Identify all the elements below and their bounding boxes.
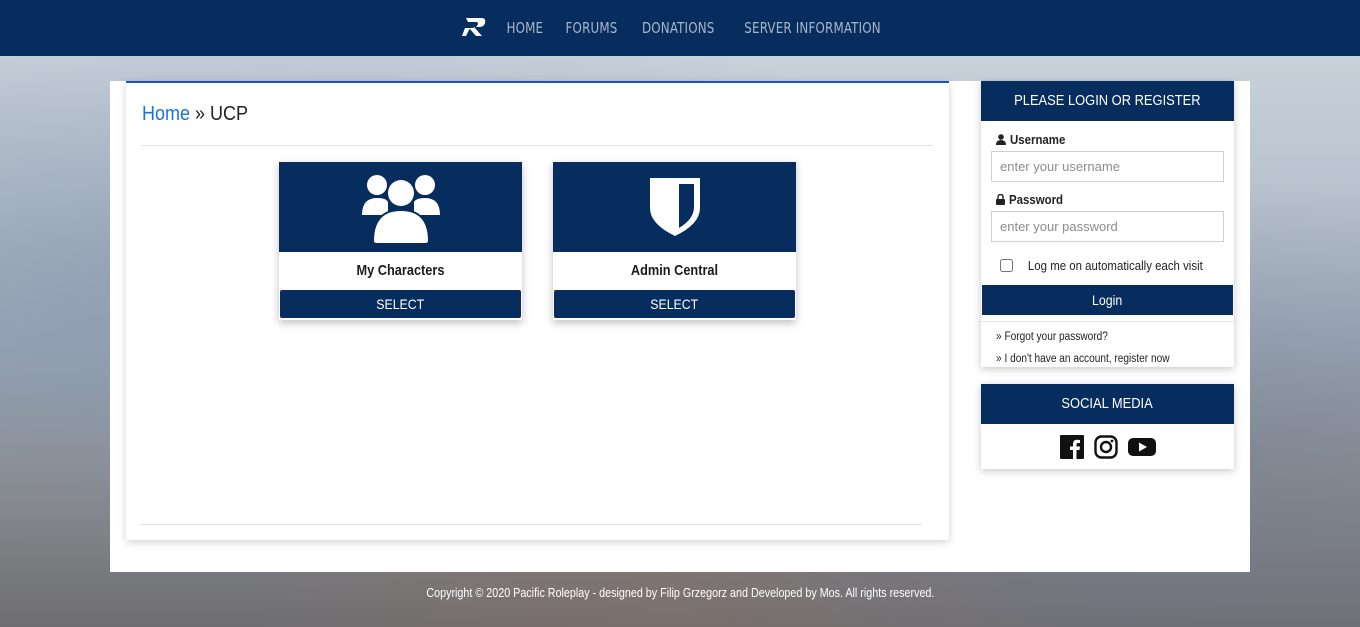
card-title: My Characters <box>356 262 445 279</box>
divider-bottom <box>141 524 922 525</box>
footer-copyright: Copyright © 2020 Pacific Roleplay - desi… <box>425 586 935 600</box>
my-characters-select-button[interactable]: SELECT <box>280 290 521 318</box>
card-header <box>279 162 522 252</box>
social-heading: SOCIAL MEDIA <box>981 384 1234 424</box>
login-button[interactable]: Login <box>982 285 1233 315</box>
divider-top <box>141 145 933 146</box>
nav-forums[interactable]: FORUMS <box>565 19 617 37</box>
breadcrumb: Home » UCP <box>142 103 248 126</box>
top-navbar: HOME FORUMS DONATIONS SERVER INFORMATION <box>0 0 1360 56</box>
forgot-password-text: » Forgot your password? <box>996 331 1108 343</box>
register-text: » I don't have an account, register now <box>996 353 1170 365</box>
button-label: SELECT <box>376 296 425 312</box>
youtube-icon[interactable] <box>1127 435 1156 459</box>
login-heading-text: PLEASE LOGIN OR REGISTER <box>1014 92 1201 109</box>
button-label: SELECT <box>650 296 699 312</box>
breadcrumb-current: UCP <box>210 103 249 125</box>
login-box: PLEASE LOGIN OR REGISTER Username Passwo… <box>981 81 1234 367</box>
lock-icon <box>996 194 1005 205</box>
main-panel: Home » UCP My Characters SELECT Admin Ce… <box>126 81 949 540</box>
register-link[interactable]: » I don't have an account, register now <box>996 348 1234 370</box>
password-label-text: Password <box>1009 192 1064 207</box>
users-group-icon <box>361 175 440 243</box>
admin-central-select-button[interactable]: SELECT <box>554 290 795 318</box>
remember-me-label: Log me on automatically each visit <box>1028 258 1203 273</box>
forgot-password-link[interactable]: » Forgot your password? <box>996 326 1234 348</box>
remember-me-checkbox[interactable] <box>1000 259 1014 272</box>
username-input[interactable] <box>991 151 1224 182</box>
logo-icon[interactable] <box>461 14 488 40</box>
username-label-text: Username <box>1010 132 1066 147</box>
login-links: » Forgot your password? » I don't have a… <box>981 321 1234 374</box>
instagram-icon[interactable] <box>1093 434 1118 459</box>
card-admin-central: Admin Central SELECT <box>553 162 796 320</box>
password-input[interactable] <box>991 211 1224 242</box>
content-wrapper: Home » UCP My Characters SELECT Admin Ce… <box>110 81 1250 572</box>
card-my-characters: My Characters SELECT <box>279 162 522 320</box>
password-label: Password <box>996 192 1234 207</box>
login-heading: PLEASE LOGIN OR REGISTER <box>981 81 1234 121</box>
social-heading-text: SOCIAL MEDIA <box>1061 395 1154 412</box>
nav-server-information[interactable]: SERVER INFORMATION <box>744 19 881 37</box>
nav-home[interactable]: HOME <box>506 19 543 37</box>
footer: Copyright © 2020 Pacific Roleplay - desi… <box>0 586 1360 600</box>
login-button-label: Login <box>1092 292 1123 308</box>
user-icon <box>996 134 1006 145</box>
social-icons-row <box>981 424 1234 469</box>
remember-me-row: Log me on automatically each visit <box>981 258 1234 273</box>
breadcrumb-separator: » <box>195 103 206 125</box>
shield-icon <box>649 178 700 236</box>
card-header <box>553 162 796 252</box>
card-title: Admin Central <box>630 262 719 279</box>
breadcrumb-home-link[interactable]: Home <box>142 103 190 125</box>
username-label: Username <box>996 132 1234 147</box>
facebook-icon[interactable] <box>1059 434 1084 459</box>
social-media-box: SOCIAL MEDIA <box>981 384 1234 469</box>
nav-donations[interactable]: DONATIONS <box>642 19 715 37</box>
